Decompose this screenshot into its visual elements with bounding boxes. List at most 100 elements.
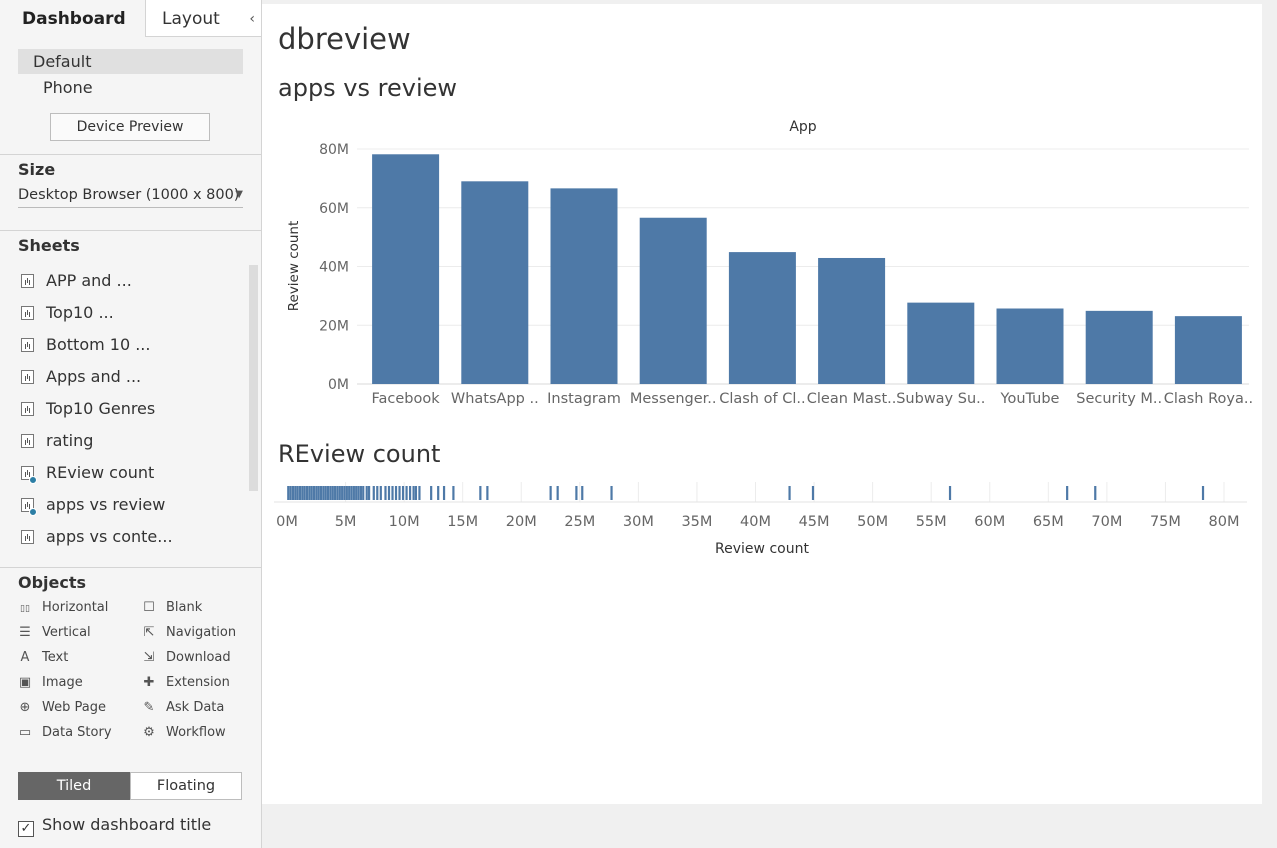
x-category-label: WhatsApp .. xyxy=(451,391,539,407)
tick-mark xyxy=(556,486,559,500)
object-web-page[interactable]: ⊕ Web Page xyxy=(18,700,106,716)
x-tick-label: 0M xyxy=(276,514,298,530)
object-label: Extension xyxy=(166,675,230,690)
web-page-icon: ⊕ xyxy=(19,700,31,715)
sheet-item[interactable]: Top10 Genres xyxy=(0,393,250,425)
tick-mark xyxy=(324,486,327,500)
tick-mark xyxy=(355,486,358,500)
tick-mark xyxy=(357,486,360,500)
x-tick-label: 30M xyxy=(623,514,654,530)
sheet-item[interactable]: apps vs review xyxy=(0,489,250,521)
object-label: Download xyxy=(166,650,231,665)
tick-mark xyxy=(367,486,371,500)
tick-mark xyxy=(352,486,355,500)
tab-layout-label: Layout xyxy=(162,9,220,29)
object-image[interactable]: ▣ Image xyxy=(18,675,83,691)
object-ask-data[interactable]: ✎ Ask Data xyxy=(142,700,225,716)
apps-vs-review-bar-chart[interactable]: App 0M 20M 40M 60M 80M Review count Facebook Wha… xyxy=(262,104,1262,424)
tick-mark xyxy=(291,486,295,500)
object-vertical[interactable]: ☰ Vertical xyxy=(18,625,91,641)
show-dashboard-title-checkbox[interactable]: ✓ Show dashboard title xyxy=(18,815,211,837)
sheet-item[interactable]: rating xyxy=(0,425,250,457)
object-download[interactable]: ⇲ Download xyxy=(142,650,231,666)
tick-mark xyxy=(289,486,292,500)
x-axis-title: Review count xyxy=(715,541,809,557)
sheet-item[interactable]: REview count xyxy=(0,457,250,489)
x-tick-label: 70M xyxy=(1091,514,1122,530)
divider xyxy=(0,230,261,231)
tick-mark xyxy=(479,486,482,500)
divider xyxy=(0,154,261,155)
worksheet-icon xyxy=(21,530,34,544)
tick-mark xyxy=(549,486,552,500)
tick-mark xyxy=(412,486,415,500)
checkbox-checked-icon[interactable]: ✓ xyxy=(18,821,34,837)
object-data-story[interactable]: ▭ Data Story xyxy=(18,725,112,741)
tick-mark xyxy=(331,486,334,500)
tick-mark xyxy=(391,486,394,500)
tab-layout[interactable]: Layout ‹ xyxy=(146,0,261,37)
dashboard-canvas: dbreview apps vs review App 0M 20M 40M 60M 80… xyxy=(262,4,1262,804)
x-tick-label: 55M xyxy=(916,514,947,530)
x-category-label: Subway Su.. xyxy=(896,391,985,407)
sheet-item-label: APP and ... xyxy=(46,271,132,290)
sheet-item[interactable]: apps vs conte... xyxy=(0,521,250,553)
size-heading: Size xyxy=(18,160,56,179)
object-horizontal[interactable]: ▯▯ Horizontal xyxy=(18,600,108,617)
tick-mark xyxy=(365,486,368,500)
divider xyxy=(0,567,261,568)
tick-mark xyxy=(287,486,290,500)
x-tick-label: 60M xyxy=(974,514,1005,530)
size-dropdown[interactable]: Desktop Browser (1000 x 800) ▼ xyxy=(18,184,243,208)
tick-mark xyxy=(575,486,578,500)
y-axis-title: Review count xyxy=(286,221,302,312)
worksheet-icon xyxy=(21,338,34,352)
dashboard-side-panel: Dashboard Layout ‹ Default Phone Device P… xyxy=(0,0,262,848)
image-icon: ▣ xyxy=(18,675,32,690)
ask-data-icon: ✎ xyxy=(143,700,155,715)
tick-mark xyxy=(322,486,325,500)
sheet-list: APP and ... Top10 ... Bottom 10 ... Apps an… xyxy=(0,265,250,553)
sheet-item[interactable]: Bottom 10 ... xyxy=(0,329,250,361)
tiled-toggle[interactable]: Tiled xyxy=(18,772,130,800)
device-preview-button[interactable]: Device Preview xyxy=(50,113,210,141)
tick-mark xyxy=(418,486,421,500)
sheet-item-label: Top10 Genres xyxy=(46,399,156,418)
device-phone[interactable]: Phone xyxy=(43,77,93,99)
y-tick-label: 0M xyxy=(328,377,349,393)
tick-mark xyxy=(387,486,391,500)
object-extension[interactable]: ✚ Extension xyxy=(142,675,230,691)
tick-mark xyxy=(372,486,375,500)
worksheet-icon xyxy=(21,402,34,416)
tab-dashboard[interactable]: Dashboard xyxy=(0,0,146,37)
sheet-item-label: Top10 ... xyxy=(46,303,114,322)
object-text[interactable]: A Text xyxy=(18,650,69,666)
sheet-title-apps-vs-review[interactable]: apps vs review xyxy=(278,74,457,102)
dashboard-title[interactable]: dbreview xyxy=(278,22,411,56)
sheet-title-review-count[interactable]: REview count xyxy=(278,440,440,468)
tick-mark xyxy=(610,486,613,500)
bar xyxy=(550,188,618,384)
x-tick-label: 80M xyxy=(1209,514,1240,530)
sheet-item[interactable]: Top10 ... xyxy=(0,297,250,329)
object-blank[interactable]: ☐ Blank xyxy=(142,600,202,616)
sheet-item-label: Apps and ... xyxy=(46,367,142,386)
review-count-strip-chart[interactable]: 0M 5M 10M 15M 20M 25M 30M 35M 40M 45M 50M 55M 60M 65M… xyxy=(262,474,1262,574)
floating-toggle[interactable]: Floating xyxy=(130,772,242,800)
collapse-panel-icon[interactable]: ‹ xyxy=(249,0,255,38)
tick-mark xyxy=(298,486,302,500)
tick-mark xyxy=(345,486,348,500)
bar xyxy=(996,308,1064,384)
x-category-label: Security M.. xyxy=(1076,391,1162,407)
object-navigation[interactable]: ⇱ Navigation xyxy=(142,625,237,641)
object-workflow[interactable]: ⚙ Workflow xyxy=(142,725,226,741)
sheet-list-scrollbar[interactable] xyxy=(249,265,258,491)
worksheet-icon xyxy=(21,434,34,448)
device-default[interactable]: Default xyxy=(18,49,243,74)
object-label: Data Story xyxy=(42,725,112,740)
bar xyxy=(461,181,529,384)
sheet-item[interactable]: APP and ... xyxy=(0,265,250,297)
bar xyxy=(907,302,975,384)
object-label: Text xyxy=(42,650,69,665)
sheet-item[interactable]: Apps and ... xyxy=(0,361,250,393)
